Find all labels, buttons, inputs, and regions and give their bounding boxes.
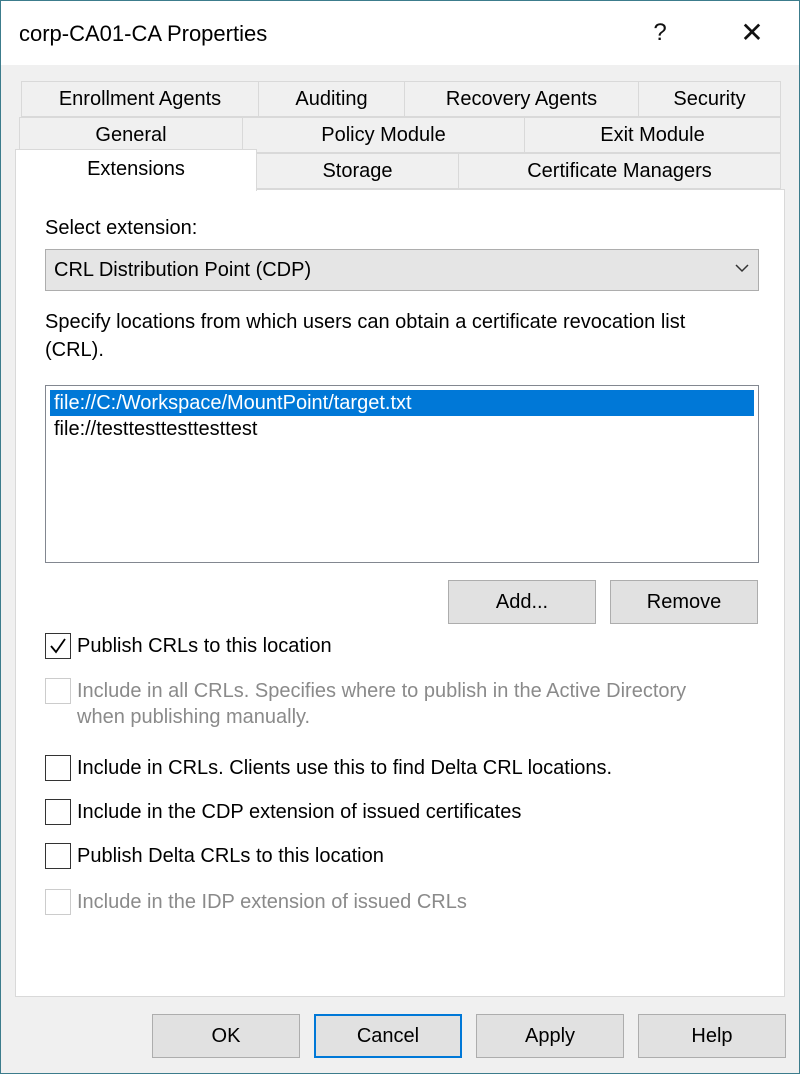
include-idp-extension-checkbox	[45, 889, 71, 915]
include-all-crls-label: Include in all CRLs. Specifies where to …	[77, 680, 687, 702]
tab-enrollment-agents[interactable]: Enrollment Agents	[21, 81, 259, 117]
add-button[interactable]: Add...	[448, 580, 596, 624]
include-all-crls-checkbox	[45, 678, 71, 704]
include-cdp-extension-label: Include in the CDP extension of issued c…	[77, 801, 522, 823]
locations-list[interactable]: file://C:/Workspace/MountPoint/target.tx…	[45, 385, 759, 563]
publish-crls-label: Publish CRLs to this location	[77, 635, 332, 657]
publish-delta-crls-label: Publish Delta CRLs to this location	[77, 845, 384, 867]
extension-select-value: CRL Distribution Point (CDP)	[54, 259, 312, 281]
tab-recovery-agents[interactable]: Recovery Agents	[404, 81, 639, 117]
window-title: corp-CA01-CA Properties	[19, 21, 268, 46]
description-line-2: (CRL).	[45, 339, 104, 361]
include-idp-extension-label: Include in the IDP extension of issued C…	[77, 891, 467, 913]
properties-dialog: corp-CA01-CA Properties ? ✕ Enrollment A…	[0, 0, 800, 1074]
tab-exit-module[interactable]: Exit Module	[524, 117, 781, 153]
chevron-down-icon	[734, 260, 750, 276]
remove-button[interactable]: Remove	[610, 580, 758, 624]
checkmark-icon	[50, 638, 66, 654]
include-in-crls-label: Include in CRLs. Clients use this to fin…	[77, 757, 613, 779]
description-line-1: Specify locations from which users can o…	[45, 311, 686, 333]
help-icon[interactable]: ?	[637, 11, 683, 55]
tab-storage[interactable]: Storage	[256, 153, 459, 189]
tab-auditing[interactable]: Auditing	[258, 81, 405, 117]
tab-general[interactable]: General	[19, 117, 243, 153]
help-button[interactable]: Help	[638, 1014, 786, 1058]
list-item[interactable]: file://C:/Workspace/MountPoint/target.tx…	[50, 390, 754, 416]
include-cdp-extension-checkbox[interactable]	[45, 799, 71, 825]
tab-policy-module[interactable]: Policy Module	[242, 117, 525, 153]
select-extension-label: Select extension:	[45, 217, 198, 239]
extension-select[interactable]: CRL Distribution Point (CDP)	[45, 249, 759, 291]
publish-delta-crls-checkbox[interactable]	[45, 843, 71, 869]
title-bar: corp-CA01-CA Properties ? ✕	[1, 1, 799, 65]
tab-extensions[interactable]: Extensions	[15, 149, 257, 191]
apply-button[interactable]: Apply	[476, 1014, 624, 1058]
tab-security[interactable]: Security	[638, 81, 781, 117]
cancel-button[interactable]: Cancel	[314, 1014, 462, 1058]
close-icon[interactable]: ✕	[729, 11, 775, 55]
include-all-crls-label-line-2: when publishing manually.	[77, 706, 311, 728]
tab-certificate-managers[interactable]: Certificate Managers	[458, 153, 781, 189]
list-item[interactable]: file://testtesttesttesttest	[50, 416, 754, 442]
ok-button[interactable]: OK	[152, 1014, 300, 1058]
publish-crls-checkbox[interactable]	[45, 633, 71, 659]
include-in-crls-checkbox[interactable]	[45, 755, 71, 781]
